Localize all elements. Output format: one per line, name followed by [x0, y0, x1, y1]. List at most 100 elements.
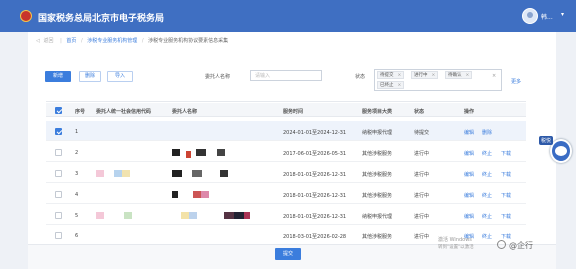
redacted-credit-code	[96, 212, 104, 219]
download-link[interactable]: 下载	[501, 233, 511, 240]
row-number: 1	[75, 129, 79, 135]
terminate-link[interactable]: 终止	[482, 213, 492, 220]
redacted-client-name	[196, 149, 206, 156]
redacted-client-name	[189, 212, 197, 219]
row-number: 3	[75, 171, 79, 177]
redacted-client-name	[193, 191, 201, 198]
add-button[interactable]: 新增	[45, 71, 71, 82]
download-link[interactable]: 下载	[501, 171, 511, 178]
row-number: 5	[75, 213, 79, 219]
redacted-client-name	[220, 170, 228, 177]
row-checkbox[interactable]	[55, 149, 62, 156]
status-value: 进行中	[414, 214, 430, 220]
breadcrumb-current: 涉税专业服务机构协议要素信息采集	[148, 38, 229, 44]
watermark-logo-icon	[497, 240, 506, 249]
redacted-credit-code	[96, 170, 104, 177]
tag-remove-icon[interactable]: ×	[398, 83, 402, 88]
tag-remove-icon[interactable]: ×	[466, 73, 470, 78]
divider	[46, 101, 526, 102]
redacted-client-name	[172, 149, 180, 156]
status-label: 状态	[355, 74, 366, 80]
column-header-status: 状态	[414, 109, 425, 115]
edit-link[interactable]: 编辑	[464, 192, 474, 199]
windows-activation-text: 激活 Windows	[438, 237, 472, 243]
breadcrumb-separator: |	[60, 37, 62, 44]
status-value: 进行中	[414, 172, 430, 178]
redacted-client-name	[201, 191, 209, 198]
edit-link[interactable]: 编辑	[464, 129, 474, 136]
breadcrumb-separator: /	[141, 37, 144, 44]
terminate-link[interactable]: 终止	[482, 150, 492, 157]
windows-activation-hint: 转到"设置"以激活	[438, 245, 474, 250]
service-category: 纳税申报代理	[362, 130, 393, 136]
client-name-label: 委托人名称	[205, 74, 231, 80]
column-header-no: 序号	[75, 109, 86, 115]
row-checkbox[interactable]	[55, 232, 62, 239]
mascot-face-icon	[555, 146, 567, 156]
tag-remove-icon[interactable]: ×	[398, 73, 402, 78]
row-number: 2	[75, 150, 79, 156]
column-header-actions: 操作	[464, 109, 475, 115]
edit-link[interactable]: 编辑	[464, 150, 474, 157]
user-name[interactable]: 韩...	[541, 12, 553, 21]
row-checkbox[interactable]	[55, 212, 62, 219]
row-checkbox[interactable]	[55, 191, 62, 198]
redacted-client-name	[244, 212, 250, 219]
service-category: 纳税申报代理	[362, 214, 393, 220]
status-tag-label: 待确认	[448, 73, 462, 78]
row-number: 6	[75, 233, 79, 239]
download-link[interactable]: 下载	[501, 213, 511, 220]
service-period: 2018-03-01至2026-02-28	[283, 234, 347, 240]
redacted-credit-code	[114, 170, 122, 177]
status-tag-pending-submit: 待提交 ×	[377, 71, 405, 79]
row-number: 4	[75, 192, 79, 198]
delete-link[interactable]: 删除	[482, 129, 492, 136]
redacted-client-name	[181, 212, 189, 219]
terminate-link[interactable]: 终止	[482, 233, 492, 240]
status-value: 进行中	[414, 234, 430, 240]
column-header-client-name: 委托人名称	[172, 109, 198, 115]
breadcrumb-agency-management[interactable]: 涉税专业服务机构管理	[87, 37, 137, 44]
redacted-client-name	[186, 151, 191, 158]
status-value: 进行中	[414, 151, 430, 157]
status-value: 待提交	[414, 130, 430, 136]
service-period: 2018-01-01至2026-12-31	[283, 193, 347, 199]
clear-icon[interactable]: ×	[492, 73, 496, 79]
breadcrumb-home[interactable]: 首页	[66, 37, 76, 44]
breadcrumb: ◁ 返回 | 首页 / 涉税专业服务机构管理 / 涉税专业服务机构协议要素信息采…	[36, 37, 228, 47]
back-link[interactable]: 返回	[43, 37, 53, 44]
row-checkbox[interactable]	[55, 128, 62, 135]
import-button[interactable]: 导入	[107, 71, 133, 82]
user-avatar[interactable]	[522, 8, 538, 24]
redacted-client-name	[217, 149, 225, 156]
service-period: 2024-01-01至2024-12-31	[283, 130, 347, 136]
app-title: 国家税务总局北京市电子税务局	[38, 14, 165, 24]
redacted-credit-code	[124, 212, 132, 219]
redacted-client-name	[172, 170, 182, 177]
expand-filters-link[interactable]: 更多	[511, 78, 521, 85]
tag-remove-icon[interactable]: ×	[432, 73, 436, 78]
terminate-link[interactable]: 终止	[482, 171, 492, 178]
download-link[interactable]: 下载	[501, 192, 511, 199]
back-arrow-icon[interactable]: ◁	[36, 38, 40, 44]
edit-link[interactable]: 编辑	[464, 171, 474, 178]
service-period: 2018-01-01至2026-12-31	[283, 214, 347, 220]
service-category: 其他涉税服务	[362, 151, 393, 157]
column-header-service-category: 服务项目大类	[362, 109, 393, 115]
select-all-checkbox[interactable]	[55, 107, 62, 114]
column-header-credit-code: 委托人统一社会信用代码	[96, 109, 152, 115]
edit-link[interactable]: 编辑	[464, 213, 474, 220]
row-checkbox[interactable]	[55, 170, 62, 177]
chevron-down-icon[interactable]: ▾	[561, 11, 564, 18]
terminate-link[interactable]: 终止	[482, 192, 492, 199]
tax-emblem-icon	[20, 10, 32, 22]
client-name-input[interactable]	[250, 70, 322, 81]
submit-button[interactable]: 提交	[275, 248, 301, 260]
download-link[interactable]: 下载	[501, 150, 511, 157]
status-tag-pending-confirm: 待确认 ×	[445, 71, 473, 79]
assistant-label[interactable]: 税悦	[539, 136, 554, 145]
watermark-brand: @企行	[509, 241, 533, 250]
delete-button[interactable]: 删除	[79, 71, 101, 82]
service-category: 其他涉税服务	[362, 172, 393, 178]
status-value: 进行中	[414, 193, 430, 199]
